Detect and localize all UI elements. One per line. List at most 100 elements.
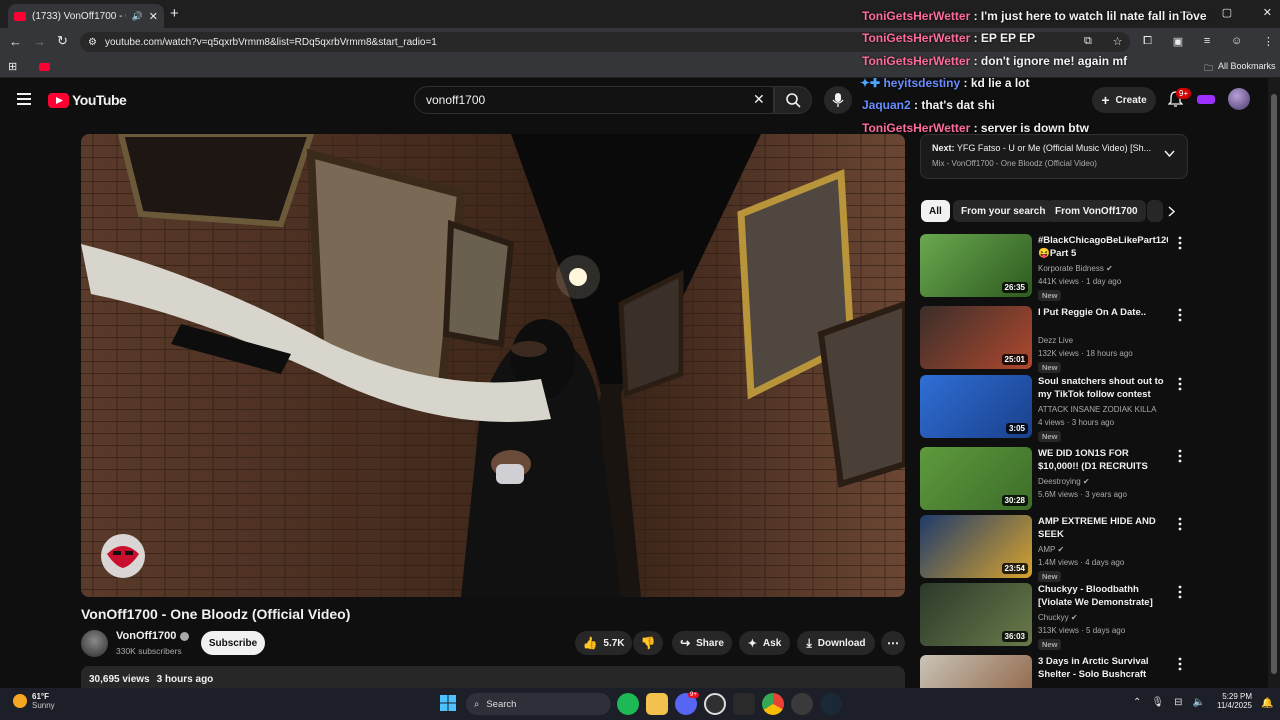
site-info-icon[interactable]: ⚙ xyxy=(88,37,97,48)
chip-from-your-search[interactable]: From your search xyxy=(953,200,1054,222)
create-button[interactable]: + Create xyxy=(1092,87,1156,113)
scrollbar-thumb[interactable] xyxy=(1271,94,1277,674)
chevron-down-icon[interactable] xyxy=(1164,150,1175,157)
more-vertical-icon[interactable] xyxy=(1178,657,1184,671)
video-duration: 26:35 xyxy=(1001,282,1028,293)
channel-name[interactable]: VonOff1700 xyxy=(116,630,190,642)
volume-icon[interactable]: 🔈 xyxy=(1192,697,1204,708)
clock[interactable]: 5:29 PM 11/4/2025 xyxy=(1212,692,1252,710)
download-button[interactable]: ⤓ Download xyxy=(797,631,875,655)
window-close-icon[interactable]: ✕ xyxy=(1263,6,1272,19)
recommended-title[interactable]: 3 Days in Arctic Survival Shelter - Solo… xyxy=(1038,655,1168,681)
voice-search-button[interactable] xyxy=(824,86,852,114)
like-button[interactable]: 👍 5.7K xyxy=(575,631,632,655)
weather-widget[interactable]: 61°F Sunny xyxy=(13,692,55,710)
video-thumbnail[interactable]: 25:01 xyxy=(920,306,1032,369)
channel-avatar[interactable] xyxy=(81,630,108,657)
recommended-video[interactable]: 3:05 Soul snatchers shout out to my TikTo… xyxy=(920,375,1188,442)
tray-overflow-icon[interactable]: ⌃ xyxy=(1133,697,1141,708)
recommended-title[interactable]: #BlackChicagoBeLikePart120 😝Part 5 xyxy=(1038,234,1168,260)
new-tab-button[interactable]: + xyxy=(170,5,179,22)
recommended-video[interactable]: 30:28 WE DID 1ON1S FOR $10,000!! (D1 RECR… xyxy=(920,447,1188,511)
profile-icon[interactable]: ☺ xyxy=(1231,35,1242,48)
browser-tab[interactable]: (1733) VonOff1700 - One Bl 🔊 ✕ xyxy=(8,4,164,28)
bookmark-star-icon[interactable]: ☆ xyxy=(1113,35,1123,48)
sidepanel-icon[interactable]: ▣ xyxy=(1173,35,1183,48)
recommended-video[interactable]: 36:03 Chuckyy - Bloodbathh [Violate We De… xyxy=(920,583,1188,650)
windows-taskbar xyxy=(0,688,1280,720)
video-player[interactable] xyxy=(81,134,905,597)
search-input[interactable]: vonoff1700 xyxy=(414,86,774,114)
extension-icon[interactable] xyxy=(1197,95,1215,104)
search-button[interactable] xyxy=(774,86,812,114)
recommended-title[interactable]: Soul snatchers shout out to my TikTok fo… xyxy=(1038,375,1168,401)
cast-icon[interactable]: ⧉ xyxy=(1084,35,1092,48)
steam-icon[interactable] xyxy=(820,693,842,715)
chevron-right-icon[interactable] xyxy=(1168,206,1175,217)
mic-tray-icon[interactable]: 🎙 xyxy=(1151,697,1164,708)
more-vertical-icon[interactable] xyxy=(1178,517,1184,531)
reload-icon[interactable]: ↻ xyxy=(57,33,68,49)
recommended-video[interactable]: 25:01 I Put Reggie On A Date.. Dezz Live 13… xyxy=(920,306,1188,373)
chip-all[interactable]: All xyxy=(921,200,950,222)
recommended-title[interactable]: WE DID 1ON1S FOR $10,000!! (D1 RECRUITS … xyxy=(1038,447,1168,473)
more-vertical-icon[interactable] xyxy=(1178,377,1184,391)
views-text: 30,695 views xyxy=(89,674,150,685)
playlist-panel[interactable] xyxy=(920,134,1188,179)
recommended-channel[interactable]: Deestroying ✔ xyxy=(1038,477,1090,486)
maximize-icon[interactable]: ▢ xyxy=(1222,6,1232,19)
network-icon[interactable]: ⊟ xyxy=(1174,697,1182,708)
recommended-channel[interactable]: AMP ✔ xyxy=(1038,545,1064,554)
recommended-title[interactable]: Chuckyy - Bloodbathh [Violate We Demonst… xyxy=(1038,583,1168,609)
tab-close-icon[interactable]: ✕ xyxy=(149,10,158,23)
mix-label: Mix - VonOff1700 - One Bloodz (Official … xyxy=(932,159,1097,168)
extensions-icon[interactable]: ⧠ xyxy=(1143,35,1152,48)
more-vertical-icon[interactable] xyxy=(1178,449,1184,463)
obs-icon[interactable] xyxy=(704,693,726,715)
youtube-logo[interactable]: YouTube xyxy=(48,92,127,108)
video-thumbnail[interactable]: 3:05 xyxy=(920,375,1032,438)
back-icon[interactable]: ← xyxy=(9,34,22,49)
hamburger-menu-icon[interactable] xyxy=(17,93,31,105)
menu-icon[interactable]: ⋮ xyxy=(1263,35,1274,48)
recommended-video[interactable]: 23:54 AMP EXTREME HIDE AND SEEK AMP ✔ 1.4M … xyxy=(920,515,1188,582)
recommended-channel[interactable]: ATTACK INSANE ZODIAK KILLA xyxy=(1038,405,1156,414)
apps-grid-icon[interactable]: ⊞ xyxy=(8,60,17,73)
video-thumbnail[interactable]: 36:03 xyxy=(920,583,1032,646)
recommended-channel[interactable]: Chuckyy ✔ xyxy=(1038,613,1078,622)
youtube-bookmark-icon[interactable] xyxy=(39,63,50,71)
chip-partial[interactable] xyxy=(1147,200,1163,222)
recommended-title[interactable]: AMP EXTREME HIDE AND SEEK xyxy=(1038,515,1168,541)
clear-search-icon[interactable]: ✕ xyxy=(753,91,765,108)
epic-games-icon[interactable] xyxy=(733,693,755,715)
more-vertical-icon[interactable] xyxy=(1178,236,1184,250)
file-explorer-icon[interactable] xyxy=(646,693,668,715)
forward-icon[interactable]: → xyxy=(33,34,46,49)
video-thumbnail[interactable]: 26:35 xyxy=(920,234,1032,297)
recommended-title[interactable]: I Put Reggie On A Date.. xyxy=(1038,306,1168,319)
ask-button[interactable]: ✦ Ask xyxy=(739,631,790,655)
media-icon[interactable]: ≡ xyxy=(1204,35,1210,48)
dislike-button[interactable]: 👎 xyxy=(633,631,663,655)
recommended-video[interactable]: 26:35 #BlackChicagoBeLikePart120 😝Part 5 K… xyxy=(920,234,1188,301)
subscribe-button[interactable]: Subscribe xyxy=(201,631,265,655)
taskbar-search[interactable]: ⌕ Search xyxy=(466,693,611,715)
avatar[interactable] xyxy=(1228,88,1250,110)
start-button[interactable] xyxy=(440,695,456,711)
notification-center-icon[interactable]: 🔔 xyxy=(1261,698,1273,709)
minimize-icon[interactable]: — xyxy=(1180,6,1191,19)
address-bar[interactable]: ⚙ youtube.com/watch?v=q5qxrbVrmm8&list=R… xyxy=(80,32,1130,52)
chip-from-channel[interactable]: From VonOff1700 xyxy=(1047,200,1146,222)
share-button[interactable]: ↪ Share xyxy=(672,631,732,655)
more-actions-button[interactable]: ⋯ xyxy=(881,631,905,655)
video-thumbnail[interactable]: 23:54 xyxy=(920,515,1032,578)
spotify-icon[interactable] xyxy=(617,693,639,715)
recommended-channel[interactable]: Dezz Live xyxy=(1038,336,1073,345)
chrome-icon[interactable] xyxy=(762,693,784,715)
all-bookmarks[interactable]: 🗀 All Bookmarks xyxy=(1204,61,1276,77)
video-thumbnail[interactable]: 30:28 xyxy=(920,447,1032,510)
more-vertical-icon[interactable] xyxy=(1178,308,1184,322)
more-vertical-icon[interactable] xyxy=(1178,585,1184,599)
recommended-channel[interactable]: Korporate Bidness ✔ xyxy=(1038,264,1113,273)
g-app-icon[interactable] xyxy=(791,693,813,715)
